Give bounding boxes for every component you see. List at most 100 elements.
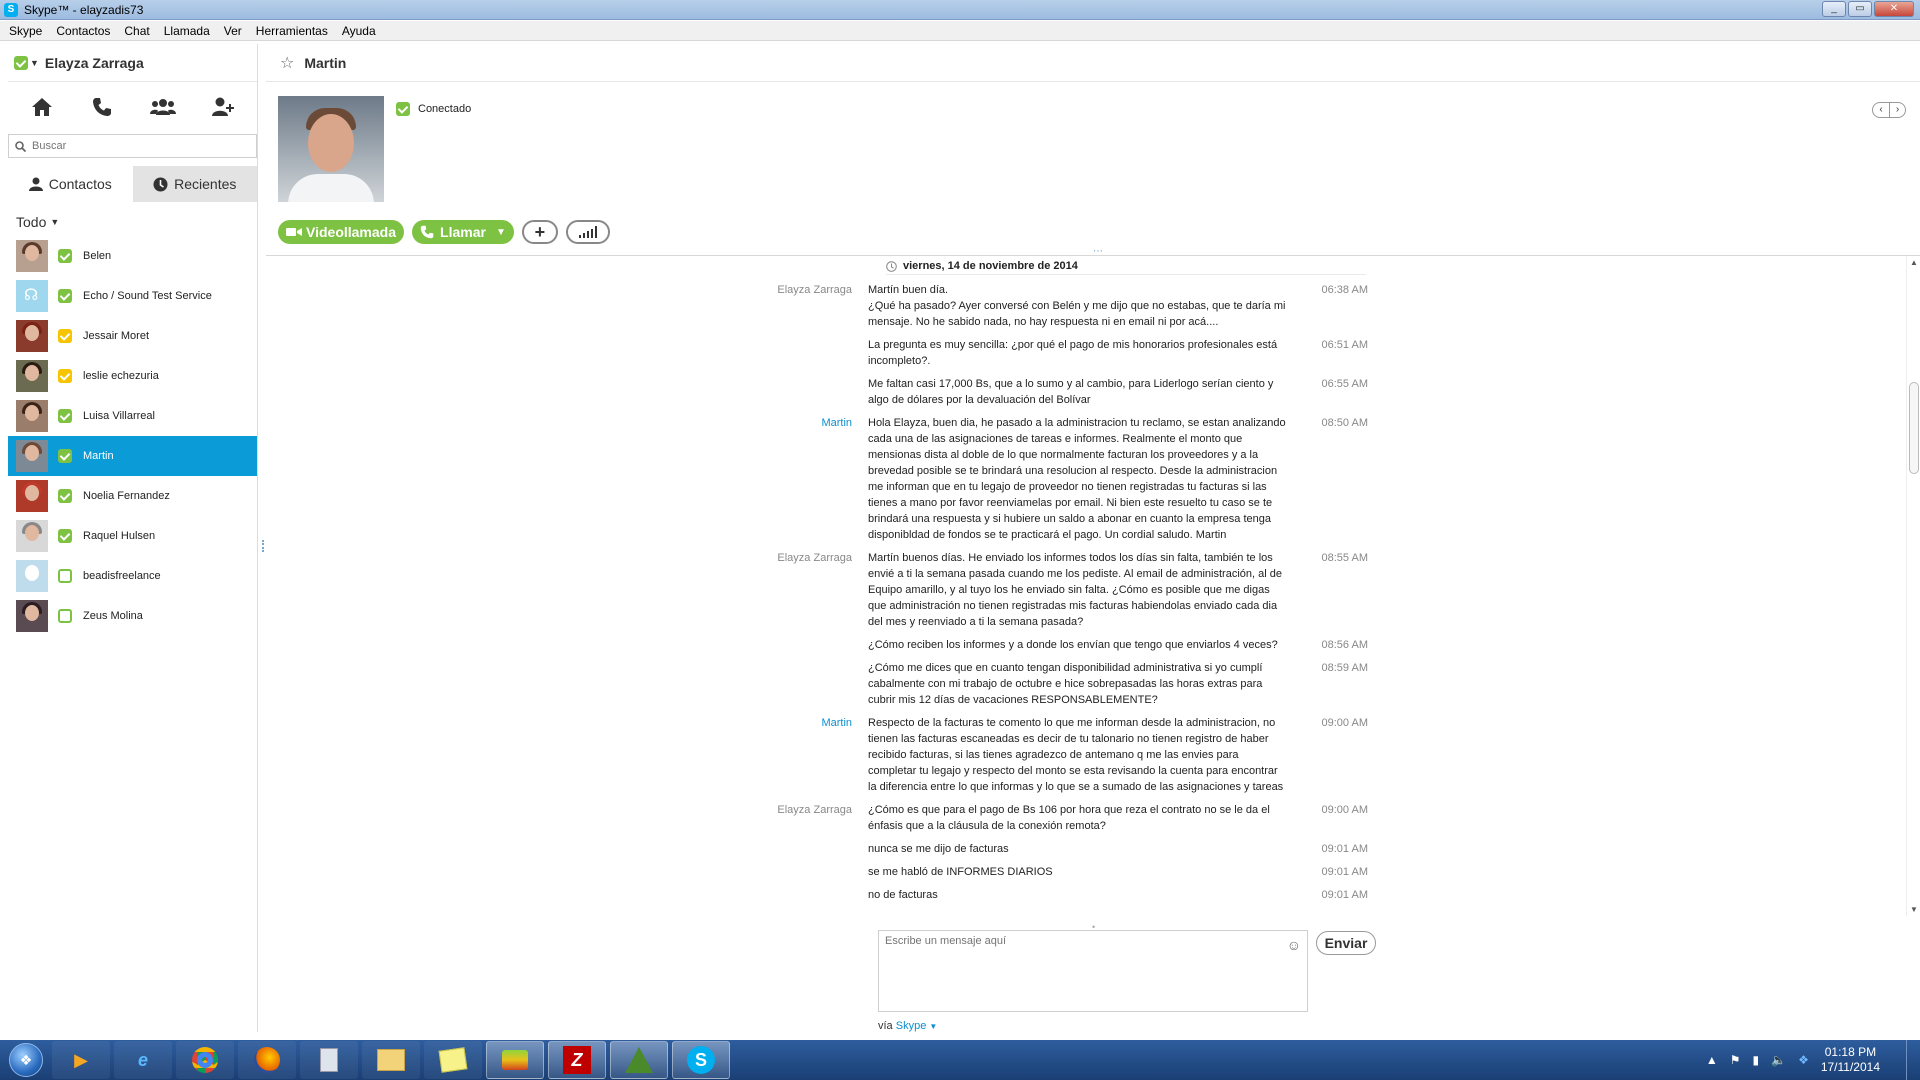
contact-item-raquel[interactable]: Raquel Hulsen <box>8 516 257 556</box>
menu-llamada[interactable]: Llamada <box>157 24 217 38</box>
menu-skype[interactable]: Skype <box>2 24 49 38</box>
chevron-down-icon[interactable]: ▼ <box>929 1022 937 1031</box>
message-row: Elayza Zarraga Martín buen día. ¿Qué ha p… <box>266 282 1906 330</box>
taskbar-bluestacks[interactable] <box>486 1041 544 1079</box>
avatar <box>16 360 48 392</box>
taskbar-sticky-notes[interactable] <box>424 1041 482 1079</box>
taskbar-media-player[interactable]: ▶ <box>52 1041 110 1079</box>
add-contact-icon[interactable] <box>210 94 236 120</box>
network-signal-icon[interactable]: ▮ <box>1753 1053 1760 1067</box>
taskbar-chrome[interactable] <box>176 1041 234 1079</box>
avatar <box>16 240 48 272</box>
maximize-button[interactable]: ▭ <box>1848 1 1872 17</box>
message-text: ¿Cómo es que para el pago de Bs 106 por … <box>868 804 1270 832</box>
taskbar-calculator[interactable] <box>300 1041 358 1079</box>
video-call-button[interactable]: Videollamada <box>278 220 405 244</box>
menu-contactos[interactable]: Contactos <box>49 24 117 38</box>
contact-name: Martin <box>83 450 114 462</box>
taskbar-firefox[interactable] <box>238 1041 296 1079</box>
menu-ayuda[interactable]: Ayuda <box>335 24 383 38</box>
message-sender <box>266 864 868 880</box>
volume-icon[interactable]: 🔈 <box>1771 1053 1786 1067</box>
contact-item-luisa[interactable]: Luisa Villarreal <box>8 396 257 436</box>
tab-recientes[interactable]: Recientes <box>132 166 257 202</box>
message-sender <box>266 637 868 653</box>
tab-recientes-label: Recientes <box>174 176 237 192</box>
dropbox-icon[interactable]: ❖ <box>1798 1053 1809 1067</box>
add-participants-button[interactable]: + <box>521 220 558 244</box>
signal-bars-icon <box>578 226 597 238</box>
contact-item-jessair[interactable]: Jessair Moret <box>8 316 257 356</box>
chevron-down-icon[interactable]: ▼ <box>30 58 39 68</box>
taskbar-tree-app[interactable] <box>610 1041 668 1079</box>
message-text: ¿Cómo reciben los informes y a donde los… <box>868 639 1278 651</box>
contact-item-echo[interactable]: Echo / Sound Test Service <box>8 276 257 316</box>
action-center-flag-icon[interactable]: ⚑ <box>1730 1053 1741 1067</box>
chevron-left-icon[interactable]: ‹ <box>1873 103 1889 117</box>
conversation-scrollbar[interactable]: ▲ ▼ <box>1906 256 1920 916</box>
filezilla-icon: Z <box>563 1046 591 1074</box>
phone-icon <box>420 225 434 239</box>
minimize-button[interactable]: _ <box>1822 1 1846 17</box>
emoticon-icon[interactable]: ☺ <box>1287 937 1301 953</box>
menu-ver[interactable]: Ver <box>217 24 249 38</box>
person-icon <box>28 177 43 191</box>
search-field[interactable] <box>8 134 257 158</box>
contact-item-noelia[interactable]: Noelia Fernandez <box>8 476 257 516</box>
call-quality-button[interactable] <box>565 220 610 244</box>
message-timestamp: 08:50 AM <box>1321 417 1368 429</box>
show-hidden-icons-icon[interactable]: ▲ <box>1706 1053 1718 1067</box>
menu-chat[interactable]: Chat <box>117 24 156 38</box>
message-row: Elayza Zarraga Martín buenos días. He env… <box>266 550 1906 630</box>
compose-box: ☺ <box>878 930 1308 1012</box>
menu-herramientas[interactable]: Herramientas <box>249 24 335 38</box>
chevron-down-icon[interactable]: ▼ <box>496 227 506 238</box>
show-desktop-button[interactable] <box>1906 1040 1920 1080</box>
message-timestamp: 08:55 AM <box>1321 552 1368 564</box>
taskbar-file-explorer[interactable] <box>362 1041 420 1079</box>
tab-contactos[interactable]: Contactos <box>8 166 133 202</box>
online-status-icon <box>58 409 72 423</box>
contact-name: Raquel Hulsen <box>83 530 156 542</box>
group-icon[interactable] <box>149 94 176 120</box>
skype-app-icon: S <box>4 2 18 17</box>
search-input[interactable] <box>32 140 232 152</box>
message-text: nunca se me dijo de facturas <box>868 843 1009 855</box>
contact-filter[interactable]: Todo ▼ <box>8 208 257 236</box>
taskbar-filezilla[interactable]: Z <box>548 1041 606 1079</box>
scroll-down-icon[interactable]: ▼ <box>1910 905 1918 914</box>
message-sender <box>266 841 868 857</box>
sidebar-splitter[interactable] <box>262 540 264 552</box>
close-button[interactable]: ✕ <box>1874 1 1914 17</box>
away-status-icon <box>58 329 72 343</box>
contact-item-leslie[interactable]: leslie echezuria <box>8 356 257 396</box>
scroll-thumb[interactable] <box>1909 382 1919 474</box>
phone-icon[interactable] <box>89 94 115 120</box>
online-status-icon <box>58 449 72 463</box>
profile-status-row[interactable]: ▼ Elayza Zarraga <box>8 44 257 82</box>
message-input[interactable] <box>885 935 1281 995</box>
via-skype-link[interactable]: Skype <box>896 1020 927 1032</box>
message-sender <box>266 376 868 408</box>
home-icon[interactable] <box>29 94 55 120</box>
call-button[interactable]: Llamar ▼ <box>412 220 514 244</box>
chevron-right-icon[interactable]: › <box>1889 103 1905 117</box>
message-sender: Elayza Zarraga <box>777 284 852 296</box>
star-icon[interactable]: ☆ <box>280 53 294 73</box>
message-timestamp: 09:01 AM <box>1321 843 1368 855</box>
message-history: viernes, 14 de noviembre de 2014 Elayza … <box>266 256 1906 928</box>
avatar <box>16 440 48 472</box>
contact-item-zeus[interactable]: Zeus Molina <box>8 596 257 636</box>
scroll-up-icon[interactable]: ▲ <box>1910 258 1918 267</box>
menu-bar: Skype Contactos Chat Llamada Ver Herrami… <box>0 21 1920 41</box>
start-button[interactable]: ❖ <box>0 1040 52 1080</box>
message-row: Me faltan casi 17,000 Bs, que a lo sumo … <box>266 376 1906 408</box>
send-button[interactable]: Enviar <box>1316 931 1376 955</box>
contact-name: Echo / Sound Test Service <box>83 290 212 302</box>
taskbar-skype[interactable]: S <box>672 1041 730 1079</box>
system-clock[interactable]: 01:18 PM 17/11/2014 <box>1821 1045 1880 1075</box>
taskbar-internet-explorer[interactable]: e <box>114 1041 172 1079</box>
contact-item-martin[interactable]: Martin <box>8 436 257 476</box>
contact-item-beadisfreelance[interactable]: beadisfreelance <box>8 556 257 596</box>
contact-item-belen[interactable]: Belen <box>8 236 257 276</box>
